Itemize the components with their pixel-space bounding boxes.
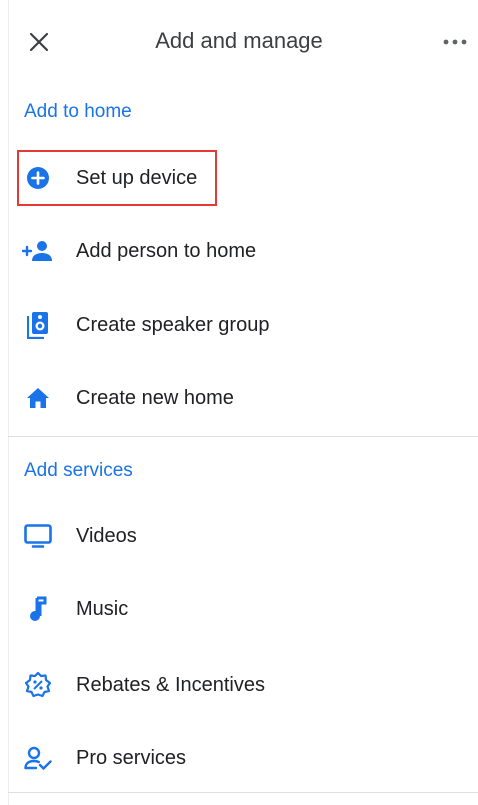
- bottom-divider: [8, 792, 478, 793]
- music-item[interactable]: Music: [8, 581, 478, 637]
- add-circle-icon: [27, 167, 49, 189]
- rebates-incentives-label: Rebates & Incentives: [76, 673, 265, 696]
- set-up-device-item[interactable]: Set up device: [8, 150, 478, 206]
- videos-item[interactable]: Videos: [8, 508, 478, 564]
- create-speaker-group-item[interactable]: Create speaker group: [8, 297, 478, 353]
- music-note-icon: [30, 596, 47, 621]
- add-person-item[interactable]: Add person to home: [8, 223, 478, 279]
- create-speaker-group-label: Create speaker group: [76, 313, 270, 336]
- tv-icon: [24, 524, 52, 548]
- home-icon: [27, 388, 49, 408]
- section-title-add-services: Add services: [24, 460, 133, 481]
- page-title: Add and manage: [155, 28, 323, 53]
- speaker-icon: [27, 312, 48, 339]
- add-person-icon: [22, 241, 52, 261]
- section-title-add-to-home: Add to home: [24, 101, 132, 122]
- rebates-incentives-item[interactable]: Rebates & Incentives: [8, 657, 478, 713]
- more-options-button[interactable]: [438, 28, 472, 56]
- set-up-device-label: Set up device: [76, 166, 198, 189]
- add-person-label: Add person to home: [76, 239, 257, 262]
- music-label: Music: [76, 597, 129, 620]
- pro-services-label: Pro services: [76, 746, 187, 769]
- section-divider: [8, 436, 478, 437]
- header: Add and manage: [0, 0, 478, 84]
- create-new-home-label: Create new home: [76, 386, 234, 409]
- pro-services-item[interactable]: Pro services: [8, 730, 478, 786]
- more-horizontal-icon: [443, 39, 467, 45]
- add-and-manage-screen: Add and manage Add to home Set up device: [0, 0, 478, 805]
- create-new-home-item[interactable]: Create new home: [8, 370, 478, 426]
- rebate-badge-icon: [25, 672, 51, 698]
- videos-label: Videos: [76, 524, 137, 547]
- person-check-icon: [24, 746, 52, 770]
